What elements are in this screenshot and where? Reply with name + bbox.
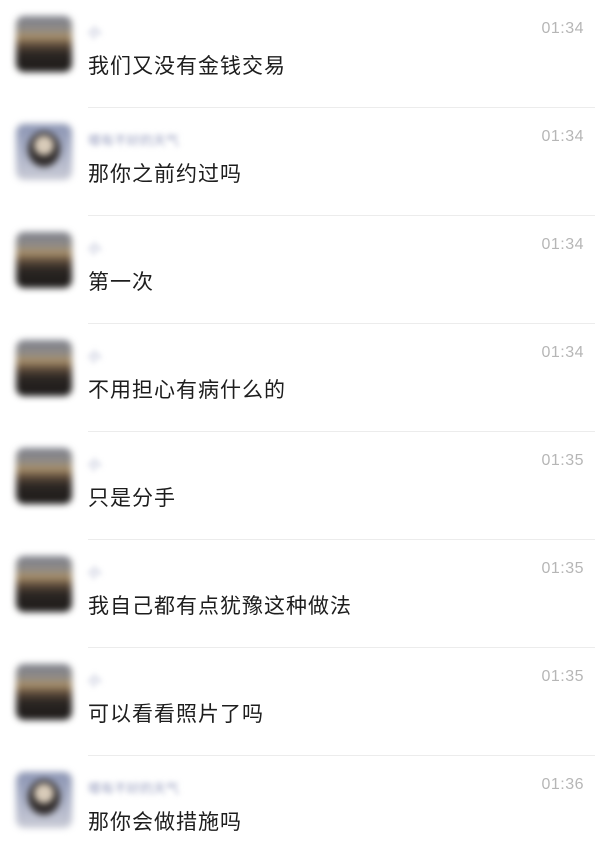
message-row[interactable]: 小 01:35 我自己都有点犹豫这种做法 — [0, 540, 595, 648]
message-time: 01:34 — [541, 20, 584, 37]
message-row[interactable]: 小 01:35 只是分手 — [0, 432, 595, 540]
message-text: 第一次 — [88, 270, 154, 294]
message-time: 01:34 — [541, 128, 584, 145]
message-text: 只是分手 — [88, 486, 176, 510]
avatar[interactable] — [16, 448, 72, 504]
message-row[interactable]: 哪有不好的天气 01:36 那你会做措施吗 — [0, 756, 595, 864]
avatar[interactable] — [16, 340, 72, 396]
message-row[interactable]: 小 01:34 我们又没有金钱交易 — [0, 0, 595, 108]
avatar[interactable] — [16, 664, 72, 720]
sender-name: 哪有不好的天气 — [88, 134, 180, 149]
sender-name: 小 — [88, 26, 102, 41]
message-row[interactable]: 小 01:35 可以看看照片了吗 — [0, 648, 595, 756]
sender-name: 小 — [88, 458, 102, 473]
message-text: 我自己都有点犹豫这种做法 — [88, 594, 352, 618]
message-row[interactable]: 哪有不好的天气 01:34 那你之前约过吗 — [0, 108, 595, 216]
sender-name: 小 — [88, 350, 102, 365]
avatar[interactable] — [16, 556, 72, 612]
message-text: 那你之前约过吗 — [88, 162, 242, 186]
message-text: 那你会做措施吗 — [88, 810, 242, 834]
message-time: 01:35 — [541, 560, 584, 577]
message-time: 01:34 — [541, 236, 584, 253]
message-time: 01:35 — [541, 452, 584, 469]
message-time: 01:35 — [541, 668, 584, 685]
message-time: 01:34 — [541, 344, 584, 361]
message-text: 可以看看照片了吗 — [88, 702, 264, 726]
message-text: 我们又没有金钱交易 — [88, 54, 286, 78]
avatar[interactable] — [16, 16, 72, 72]
chat-message-list: 小 01:34 我们又没有金钱交易 哪有不好的天气 01:34 那你之前约过吗 … — [0, 0, 595, 850]
message-row[interactable]: 小 01:34 不用担心有病什么的 — [0, 324, 595, 432]
sender-name: 小 — [88, 566, 102, 581]
message-row[interactable]: 小 01:34 第一次 — [0, 216, 595, 324]
avatar[interactable] — [16, 772, 72, 828]
sender-name: 小 — [88, 242, 102, 257]
sender-name: 小 — [88, 674, 102, 689]
avatar[interactable] — [16, 232, 72, 288]
message-text: 不用担心有病什么的 — [88, 378, 286, 402]
message-time: 01:36 — [541, 776, 584, 793]
sender-name: 哪有不好的天气 — [88, 782, 180, 797]
avatar[interactable] — [16, 124, 72, 180]
